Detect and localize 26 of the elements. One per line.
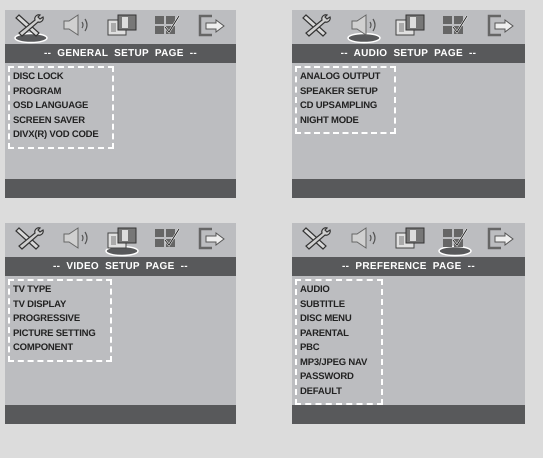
menu-item[interactable]: PROGRAM — [13, 84, 98, 99]
page-title: -- PREFERENCE PAGE -- — [292, 257, 525, 276]
menu-item[interactable]: MP3/JPEG NAV — [300, 356, 368, 370]
menu-item[interactable]: DISC LOCK — [13, 70, 98, 84]
page-title: -- AUDIO SETUP PAGE -- — [292, 44, 525, 63]
menu-item[interactable]: DIVX(R) VOD CODE — [13, 128, 98, 142]
menu-item[interactable]: SUBTITLE — [300, 298, 368, 312]
menu-item[interactable]: PASSWORD — [300, 370, 368, 384]
page-title: -- GENERAL SETUP PAGE -- — [5, 44, 236, 63]
page-title: -- VIDEO SETUP PAGE -- — [5, 257, 236, 276]
menu-item[interactable]: SCREEN SAVER — [13, 114, 98, 128]
menu-item[interactable]: DISC MENU — [300, 312, 368, 326]
menu-item[interactable]: TV DISPLAY — [13, 298, 96, 312]
menu-item[interactable]: COMPONENT — [13, 341, 96, 356]
menu-item[interactable]: PROGRESSIVE — [13, 312, 96, 326]
menu-item[interactable]: ANALOG OUTPUT — [300, 70, 380, 84]
menu-item[interactable]: PICTURE SETTING — [13, 326, 96, 341]
menu-item[interactable]: SPEAKER SETUP — [300, 84, 380, 99]
menu-item[interactable]: TV TYPE — [13, 283, 96, 298]
menu-item[interactable]: OSD LANGUAGE — [13, 99, 98, 114]
menu-item[interactable]: AUDIO — [300, 283, 368, 298]
menu-item[interactable]: DEFAULT — [300, 384, 368, 399]
menu-item[interactable]: CD UPSAMPLING — [300, 99, 380, 114]
menu-item[interactable]: PBC — [300, 341, 368, 356]
menu-item[interactable]: NIGHT MODE — [300, 114, 380, 128]
menu-item[interactable]: PARENTAL — [300, 326, 368, 341]
